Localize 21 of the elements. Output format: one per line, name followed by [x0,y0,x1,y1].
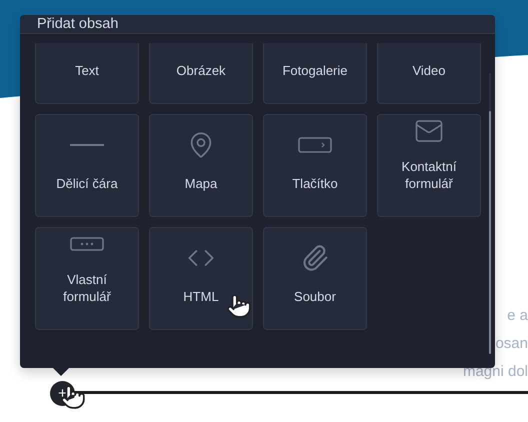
content-type-tile[interactable]: Tlačítko [263,114,367,217]
page-text: e a [507,306,528,326]
button-icon [298,137,332,153]
line-icon [70,144,104,146]
page-text: osan [495,334,528,354]
content-type-tile[interactable]: Kontaktní formulář [377,114,481,217]
scrollbar[interactable] [489,73,491,354]
content-type-tile[interactable]: Fotogalerie [263,43,367,104]
form-field-icon [70,236,104,250]
popup-title: Přidat obsah [37,16,118,32]
paperclip-icon [301,244,329,272]
page-text: magni dol [462,362,528,382]
content-type-tile[interactable]: Obrázek [149,43,253,104]
hand-cursor-icon [226,293,252,319]
content-type-tile[interactable]: Vlastní formulář [35,227,139,330]
content-type-tile[interactable]: Soubor [263,227,367,330]
content-type-tile[interactable]: HTML [149,227,253,330]
content-type-tile[interactable]: Mapa [149,114,253,217]
content-type-tile[interactable]: Video [377,43,481,104]
content-type-tile[interactable]: Text [35,43,139,104]
content-type-tile[interactable]: Dělicí čára [35,114,139,217]
